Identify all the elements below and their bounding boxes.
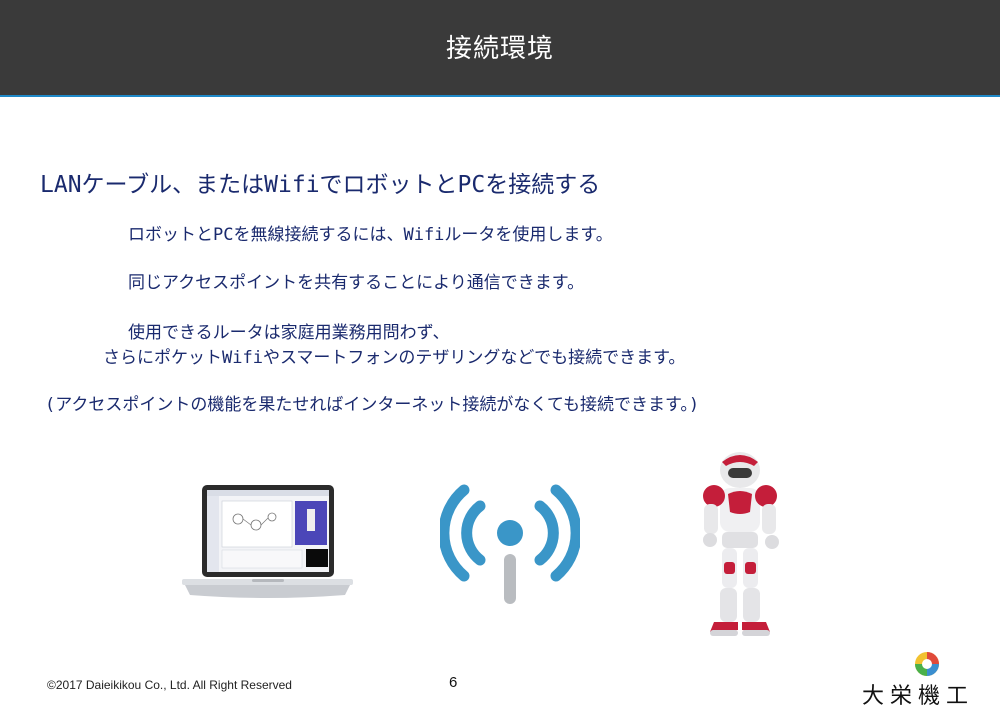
slide-title: 接続環境 <box>445 34 554 64</box>
body-line-1: ロボットとPCを無線接続するには、Wifiルータを使用します。 <box>128 225 613 245</box>
body-line-3b: さらにポケットWifiやスマートフォンのテザリングなどでも接続できます。 <box>103 348 686 368</box>
copyright-text: ©2017 Daieikikou Co., Ltd. All Right Res… <box>47 678 292 692</box>
body-line-4: (アクセスポイントの機能を果たせればインターネット接続がなくても接続できます。) <box>45 395 700 415</box>
section-heading: LANケーブル、またはWifiでロボットとPCを接続する <box>40 172 601 198</box>
laptop-icon <box>180 483 355 603</box>
body-line-3a: 使用できるルータは家庭用業務用問わず、 <box>128 323 450 343</box>
wifi-icon <box>438 482 582 608</box>
company-logo-text: 大栄機工 <box>862 684 975 709</box>
slide-header: 接続環境 <box>0 0 1000 97</box>
body-line-2: 同じアクセスポイントを共有することにより通信できます。 <box>128 273 585 293</box>
page-number: 6 <box>449 674 458 691</box>
company-logo-icon <box>912 650 942 678</box>
robot-image <box>680 450 800 640</box>
